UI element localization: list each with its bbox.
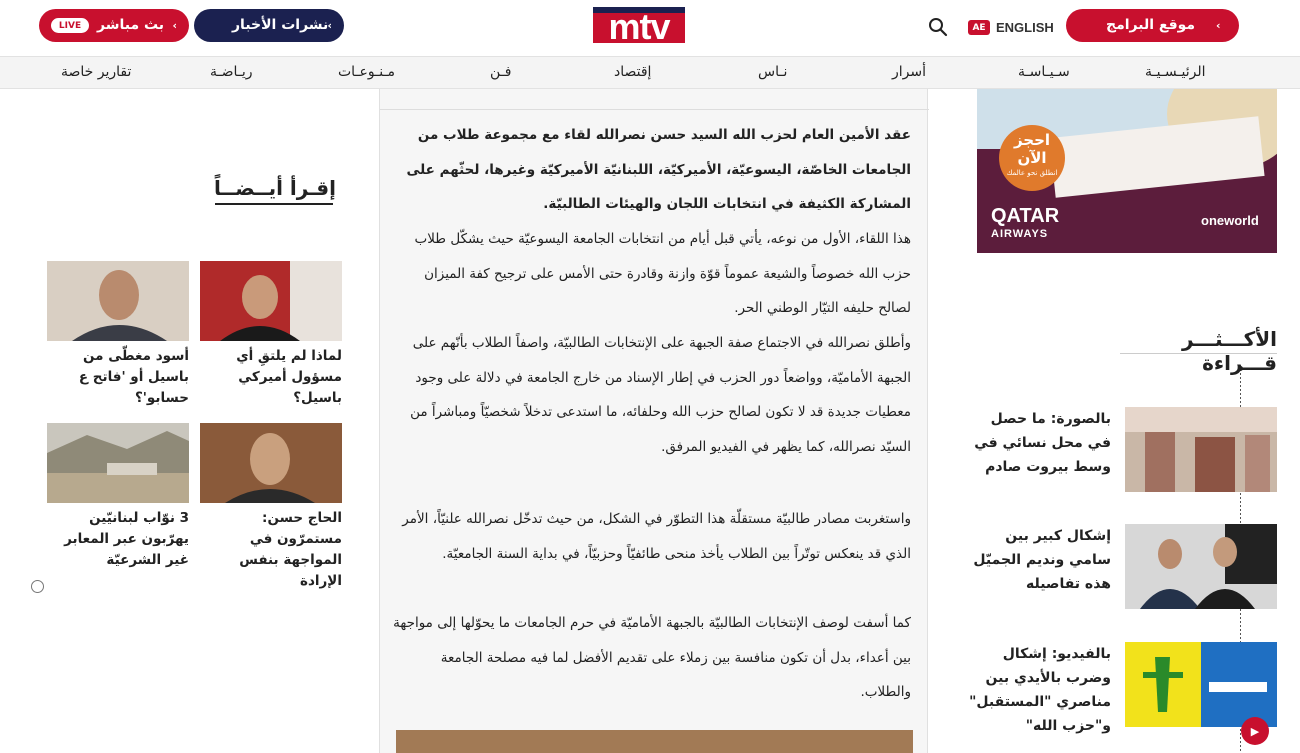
ad-alliance: oneworld bbox=[1201, 213, 1259, 228]
article-paragraph: هذا اللقاء، الأول من نوعه، يأتي قبل أيام… bbox=[414, 231, 911, 317]
ad-book-now-badge: احجز الآن انطلق نحو عالمك bbox=[999, 125, 1065, 191]
most-read-underline bbox=[1120, 353, 1277, 354]
chevron-left-icon: ‹ bbox=[1216, 19, 1221, 32]
article-paragraph: عقد الأمين العام لحزب الله السيد حسن نصر… bbox=[406, 127, 911, 213]
ad-brand-name: QATAR bbox=[991, 205, 1060, 227]
nav-item-misc[interactable]: مـنـوعـات bbox=[338, 64, 395, 80]
article-paragraph: كما أسفت لوصف الإنتخابات الطالبيّة بالجب… bbox=[393, 615, 911, 701]
read-also-underline bbox=[215, 203, 333, 205]
divider bbox=[380, 109, 929, 110]
most-read-caption: إشكال كبير بين سامي ونديم الجميّل هذه تف… bbox=[973, 528, 1111, 592]
live-label: بث مباشر bbox=[97, 17, 165, 33]
read-also-caption: أسود مغطّى من باسيل أو 'فاتح ع حسابو'؟ bbox=[78, 348, 189, 406]
lang-label: ENGLISH bbox=[996, 20, 1054, 35]
main-nav: الرئيـسـيـة سـيـاسـة أسرار نـاس إقتصاد ف… bbox=[0, 56, 1300, 89]
nav-item-secrets[interactable]: أسرار bbox=[892, 64, 926, 80]
logo-text: mtv bbox=[608, 6, 670, 47]
read-also-caption: لماذا لم يلتقِ أي مسؤول أميركي باسيل؟ bbox=[236, 348, 342, 406]
most-read-thumbnail bbox=[1125, 407, 1277, 492]
timeline-dot-icon bbox=[1238, 366, 1243, 371]
chevron-left-icon: ‹ bbox=[172, 19, 177, 32]
ad-brand: QATAR AIRWAYS bbox=[991, 205, 1060, 243]
nav-item-home[interactable]: الرئيـسـيـة bbox=[1145, 64, 1206, 80]
search-icon[interactable] bbox=[928, 17, 948, 37]
nav-item-art[interactable]: فـن bbox=[490, 64, 511, 80]
nav-item-special-reports[interactable]: تقارير خاصة bbox=[61, 64, 131, 80]
programs-site-button[interactable]: موقع البرامج ‹ bbox=[1066, 9, 1239, 42]
news-bulletins-button[interactable]: نشرات الأخبار ‹ bbox=[194, 9, 344, 42]
lang-badge-icon: AE bbox=[968, 20, 990, 35]
most-read-thumbnail bbox=[1125, 524, 1277, 609]
most-read-title: الأكـــثـــر قـــراءة bbox=[1182, 327, 1277, 375]
nav-item-people[interactable]: نـاس bbox=[758, 64, 787, 80]
chevron-left-icon: ‹ bbox=[327, 19, 332, 32]
ad-brand-sub: AIRWAYS bbox=[991, 228, 1049, 240]
read-also-thumbnail bbox=[200, 423, 342, 503]
article-paragraph: وأطلق نصرالله في الاجتماع صفة الجبهة على… bbox=[410, 335, 911, 455]
read-also-caption: الحاج حسن: مستمرّون في المواجهة بنفس الإ… bbox=[239, 510, 342, 589]
nav-item-sports[interactable]: ريـاضـة bbox=[210, 64, 253, 80]
most-read-caption: بالصورة: ما حصل في محل نسائي في وسط بيرو… bbox=[974, 411, 1111, 475]
ad-book-now-sub: انطلق نحو عالمك bbox=[1006, 169, 1058, 177]
site-header: LIVE بث مباشر ‹ نشرات الأخبار ‹ mtv AE E… bbox=[0, 0, 1300, 56]
news-label: نشرات الأخبار bbox=[232, 17, 329, 33]
most-read-thumbnail bbox=[1125, 642, 1277, 727]
qatar-airways-ad[interactable]: احجز الآن انطلق نحو عالمك QATAR AIRWAYS … bbox=[977, 89, 1277, 253]
article-video[interactable] bbox=[396, 730, 913, 753]
article-body: عقد الأمين العام لحزب الله السيد حسن نصر… bbox=[379, 89, 929, 753]
read-also-thumbnail bbox=[47, 261, 189, 341]
most-read-caption: بالفيديو: إشكال وضرب بالأيدي بين مناصري … bbox=[969, 646, 1111, 734]
read-also-thumbnail bbox=[47, 423, 189, 503]
read-also-thumbnail bbox=[200, 261, 342, 341]
read-also-caption: 3 نوّاب لبنانيّين يهرّبون عبر المعابر غي… bbox=[64, 510, 189, 568]
loading-spinner-icon bbox=[31, 580, 44, 593]
read-also-title: إقـرأ أيــضــاً bbox=[214, 176, 336, 200]
nav-item-politics[interactable]: سـيـاسـة bbox=[1018, 64, 1070, 80]
mtv-logo[interactable]: mtv bbox=[593, 6, 685, 47]
play-icon[interactable]: ▶ bbox=[1241, 717, 1269, 745]
language-switch[interactable]: AE ENGLISH bbox=[968, 20, 1054, 35]
programs-label: موقع البرامج bbox=[1106, 17, 1196, 33]
live-badge: LIVE bbox=[51, 18, 89, 33]
live-stream-button[interactable]: LIVE بث مباشر ‹ bbox=[39, 9, 189, 42]
article-paragraph: واستغربت مصادر طالبيّة مستقلّة هذا التطو… bbox=[402, 511, 911, 562]
ad-book-now: احجز الآن bbox=[1013, 131, 1051, 167]
nav-item-economy[interactable]: إقتصاد bbox=[614, 64, 651, 80]
